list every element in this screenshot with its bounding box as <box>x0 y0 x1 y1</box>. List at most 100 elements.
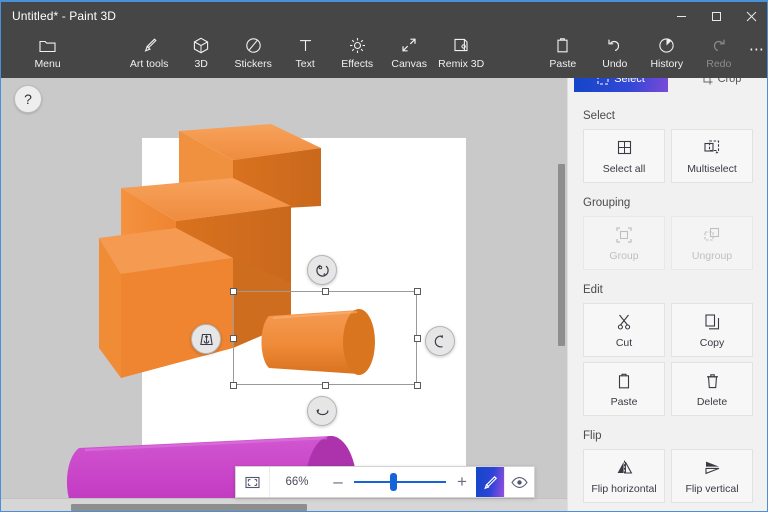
cut-button[interactable]: Cut <box>583 303 665 357</box>
handle-top-right[interactable] <box>414 288 421 295</box>
depth-anchor-icon <box>197 330 216 349</box>
close-button[interactable] <box>734 2 768 30</box>
select-icon <box>597 78 609 85</box>
zoom-in-button[interactable]: + <box>448 467 476 497</box>
tab-crop-label: Crop <box>718 78 742 85</box>
toolbar-label-remix-3d: Remix 3D <box>438 58 484 70</box>
toolbar-item-menu[interactable]: Menu <box>22 30 74 78</box>
paste-button[interactable]: Paste <box>583 362 665 416</box>
toolbar-item-art-tools[interactable]: Art tools <box>123 30 175 78</box>
section-select-buttons: Select all Multiselect <box>583 129 767 183</box>
view-3d-toggle-button[interactable] <box>504 467 534 497</box>
text-icon <box>298 35 313 55</box>
toolbar-item-paste[interactable]: Paste <box>537 30 589 78</box>
tab-crop[interactable]: Crop <box>674 78 767 92</box>
handle-middle-left[interactable] <box>230 335 237 342</box>
fit-to-screen-button[interactable] <box>236 467 270 497</box>
section-grouping-buttons: Group Ungroup <box>583 216 767 270</box>
copy-button[interactable]: Copy <box>671 303 753 357</box>
brush-icon <box>141 35 158 55</box>
toolbar-overflow-button[interactable]: ⋯ <box>745 30 768 78</box>
group-button: Group <box>583 216 665 270</box>
group-icon <box>616 225 632 245</box>
toolbar-label-effects: Effects <box>341 58 373 70</box>
section-edit-buttons-row1: Cut Copy <box>583 303 767 357</box>
flip-vertical-label: Flip vertical <box>685 483 738 495</box>
horizontal-scrollbar-thumb[interactable] <box>71 504 307 511</box>
trash-icon <box>706 371 719 391</box>
select-tool-panel: Select Crop Select Select all <box>567 78 767 512</box>
vertical-scrollbar[interactable] <box>558 164 565 346</box>
toolbar-item-stickers[interactable]: Stickers <box>227 30 279 78</box>
panel-content: Select Select all Multiselect Grouping <box>568 96 767 503</box>
tab-select-label: Select <box>614 78 645 85</box>
handle-bottom-right[interactable] <box>414 382 421 389</box>
copy-label: Copy <box>700 337 725 349</box>
toolbar-label-art-tools: Art tools <box>130 58 169 70</box>
sticker-icon <box>245 35 262 55</box>
toolbar-label-paste: Paste <box>549 58 576 70</box>
selection-box[interactable] <box>233 291 417 385</box>
delete-label: Delete <box>697 396 727 408</box>
copy-icon <box>705 312 720 332</box>
canvas-workspace[interactable]: ? <box>1 78 569 512</box>
zoom-level-value: 66% <box>270 467 324 497</box>
toolbar-label-menu: Menu <box>34 58 60 70</box>
toolbar-item-effects[interactable]: Effects <box>331 30 383 78</box>
group-label: Group <box>609 250 638 262</box>
flip-horizontal-button[interactable]: Flip horizontal <box>583 449 665 503</box>
rotate-x-gizmo[interactable] <box>307 396 337 426</box>
cube-icon <box>193 35 209 55</box>
select-all-label: Select all <box>603 163 646 175</box>
crop-icon <box>701 78 713 85</box>
rotate-x-icon <box>314 403 331 420</box>
toolbar-label-canvas: Canvas <box>391 58 427 70</box>
pen-toggle-button[interactable] <box>476 467 504 497</box>
eye-icon <box>511 476 528 489</box>
move-depth-gizmo[interactable] <box>191 324 221 354</box>
maximize-button[interactable] <box>699 2 734 30</box>
zoom-out-button[interactable]: – <box>324 467 352 497</box>
rotate-z-gizmo[interactable] <box>307 255 337 285</box>
pen-icon <box>483 475 498 490</box>
handle-bottom-left[interactable] <box>230 382 237 389</box>
toolbar-item-undo[interactable]: Undo <box>589 30 641 78</box>
delete-button[interactable]: Delete <box>671 362 753 416</box>
toolbar-item-remix-3d[interactable]: Remix 3D <box>435 30 487 78</box>
zoom-slider-thumb[interactable] <box>390 473 397 491</box>
canvas-icon <box>401 35 417 55</box>
section-title-edit: Edit <box>583 284 767 296</box>
folder-icon <box>39 35 56 55</box>
paint3d-window: Untitled* - Paint 3D Menu <box>0 0 768 512</box>
section-title-grouping: Grouping <box>583 197 767 209</box>
toolbar-item-history[interactable]: History <box>641 30 693 78</box>
toolbar-item-redo: Redo <box>693 30 745 78</box>
rotate-y-gizmo[interactable] <box>425 326 455 356</box>
horizontal-scrollbar-track[interactable] <box>1 498 569 512</box>
paste-icon <box>617 371 631 391</box>
select-all-button[interactable]: Select all <box>583 129 665 183</box>
handle-bottom-center[interactable] <box>322 382 329 389</box>
minimize-button[interactable] <box>664 2 699 30</box>
multiselect-button[interactable]: Multiselect <box>671 129 753 183</box>
handle-middle-right[interactable] <box>414 335 421 342</box>
panel-tab-bar: Select Crop <box>568 78 767 92</box>
select-all-icon <box>617 138 632 158</box>
toolbar-item-3d[interactable]: 3D <box>175 30 227 78</box>
effects-icon <box>349 35 366 55</box>
toolbar-item-canvas[interactable]: Canvas <box>383 30 435 78</box>
toolbar-item-text[interactable]: Text <box>279 30 331 78</box>
scissors-icon <box>617 312 631 332</box>
flip-horizontal-label: Flip horizontal <box>591 483 656 495</box>
zoom-slider[interactable] <box>352 467 448 497</box>
title-bar: Untitled* - Paint 3D <box>1 2 768 30</box>
handle-top-center[interactable] <box>322 288 329 295</box>
cut-label: Cut <box>616 337 632 349</box>
window-title: Untitled* - Paint 3D <box>12 9 116 23</box>
tab-select[interactable]: Select <box>574 78 668 92</box>
flip-vertical-button[interactable]: Flip vertical <box>671 449 753 503</box>
toolbar-label-stickers: Stickers <box>235 58 272 70</box>
toolbar-label-redo: Redo <box>706 58 731 70</box>
handle-top-left[interactable] <box>230 288 237 295</box>
section-title-select: Select <box>583 110 767 122</box>
